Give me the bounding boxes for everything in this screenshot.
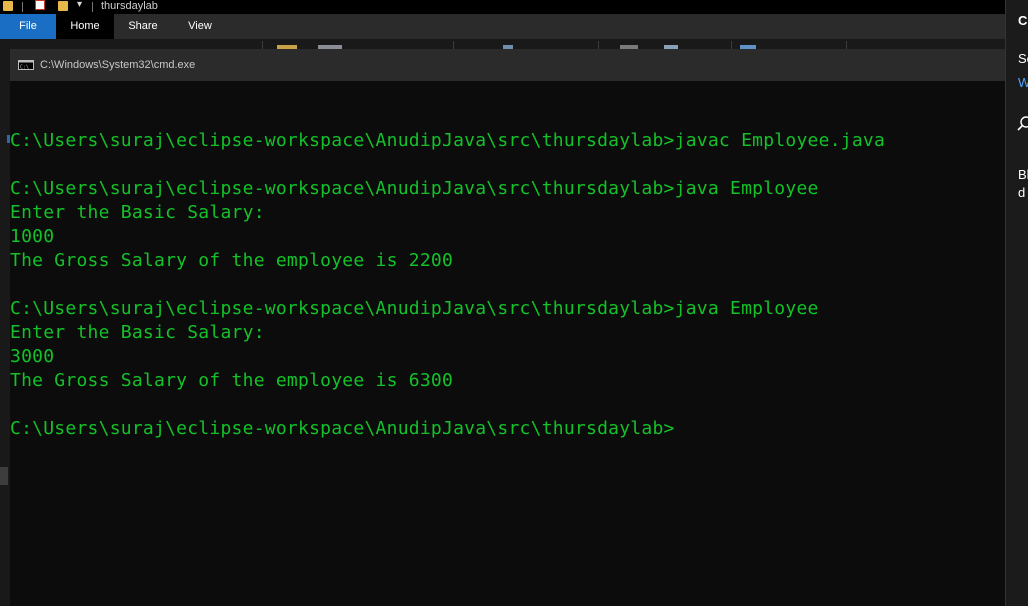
explorer-left-strip (0, 49, 10, 606)
tab-share[interactable]: Share (114, 14, 172, 39)
separator (92, 2, 93, 12)
console-line: C:\Users\suraj\eclipse-workspace\AnudipJ… (10, 130, 886, 151)
console-line: Enter the Basic Salary: (10, 202, 265, 223)
new-folder-icon[interactable] (58, 1, 68, 11)
side-panel-link[interactable]: W (1018, 75, 1028, 91)
explorer-title-bar: ▾ thursdaylab (0, 0, 1005, 14)
side-panel-text: Bl (1018, 167, 1028, 182)
svg-text:C:\: C:\ (20, 65, 29, 71)
folder-icon[interactable] (3, 1, 13, 11)
tab-file[interactable]: File (0, 14, 56, 39)
console-icon: C:\ (18, 60, 34, 70)
console-line: C:\Users\suraj\eclipse-workspace\AnudipJ… (10, 298, 819, 319)
ribbon-divider (453, 41, 454, 49)
side-panel-text: d (1018, 185, 1026, 200)
search-icon[interactable] (1017, 115, 1028, 135)
side-panel-heading: C (1018, 13, 1028, 28)
tab-view[interactable]: View (172, 14, 228, 39)
separator (22, 2, 23, 12)
cmd-window[interactable]: C:\ C:\Windows\System32\cmd.exe C:\Users… (10, 49, 1005, 606)
console-line: 1000 (10, 226, 55, 247)
ribbon-tabs: File Home Share View (0, 14, 1005, 39)
console-line: The Gross Salary of the employee is 6300 (10, 370, 454, 391)
side-panel: C Se W Bl d (1005, 0, 1028, 606)
console-line: Enter the Basic Salary: (10, 322, 265, 343)
console-line: 3000 (10, 346, 55, 367)
cmd-window-title: C:\Windows\System32\cmd.exe (40, 59, 196, 71)
ribbon-divider (598, 41, 599, 49)
ribbon-divider (846, 41, 847, 49)
console-output[interactable]: C:\Users\suraj\eclipse-workspace\AnudipJ… (10, 105, 1005, 441)
cmd-title-bar[interactable]: C:\ C:\Windows\System32\cmd.exe (10, 49, 1005, 81)
console-line: C:\Users\suraj\eclipse-workspace\AnudipJ… (10, 178, 819, 199)
side-panel-text: Se (1018, 51, 1028, 66)
ribbon-body (0, 39, 1005, 49)
console-line: C:\Users\suraj\eclipse-workspace\AnudipJ… (10, 418, 675, 439)
scrollbar-thumb[interactable] (0, 467, 8, 485)
ribbon-divider (262, 41, 263, 49)
panel-divider (1005, 0, 1006, 606)
tab-home[interactable]: Home (56, 14, 114, 39)
customize-toolbar-icon[interactable]: ▾ (77, 0, 82, 11)
properties-icon[interactable] (35, 0, 45, 10)
explorer-window-title: thursdaylab (101, 0, 158, 12)
console-line: The Gross Salary of the employee is 2200 (10, 250, 454, 271)
ribbon-divider (731, 41, 732, 49)
